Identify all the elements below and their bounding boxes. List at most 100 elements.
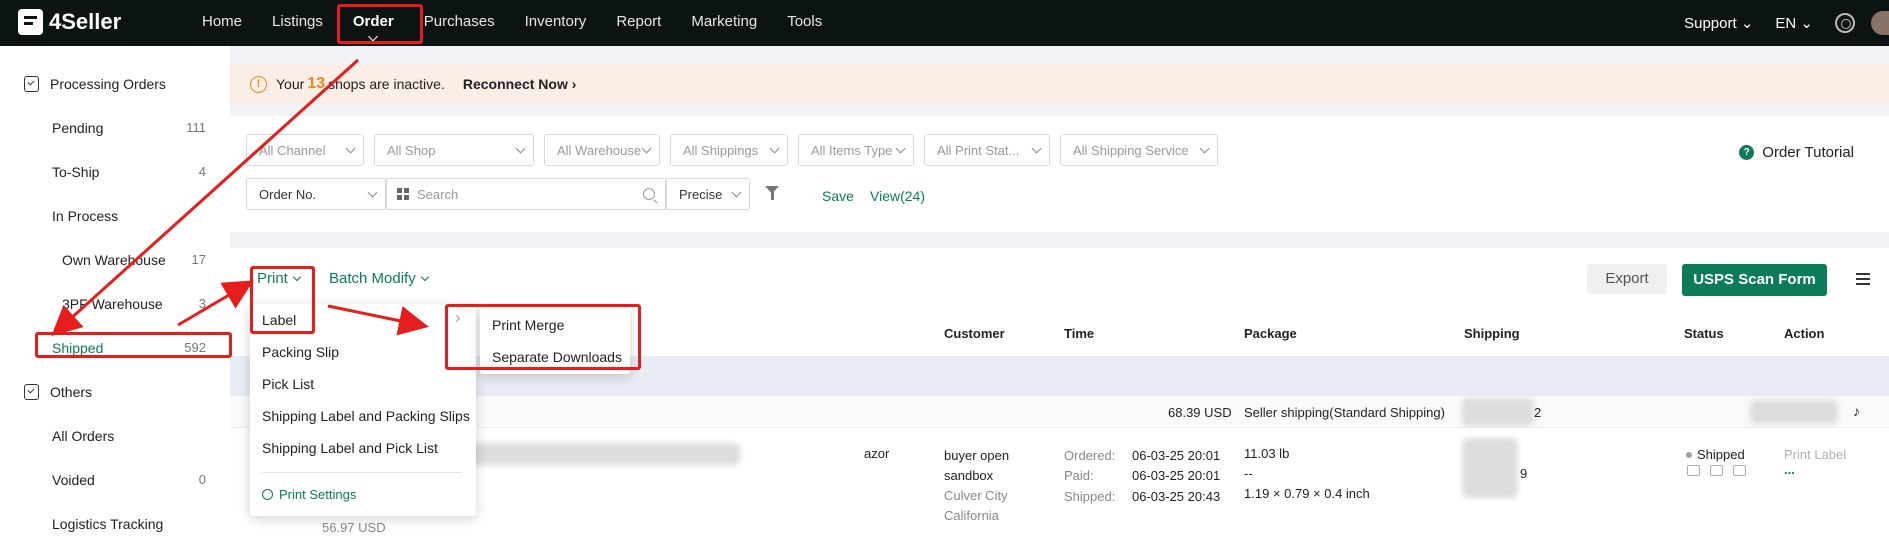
sidebar-item-to-ship[interactable]: To-Ship 4 — [52, 164, 206, 180]
nav-marketing[interactable]: Marketing — [676, 0, 772, 46]
redacted-block — [1462, 398, 1534, 426]
order-tutorial-link[interactable]: ? Order Tutorial — [1739, 144, 1854, 161]
shippings-select[interactable]: All Shippings — [670, 134, 788, 166]
print-settings-link[interactable]: Print Settings — [262, 487, 356, 502]
print-status-select[interactable]: All Print Stat... — [924, 134, 1050, 166]
nav-inventory[interactable]: Inventory — [510, 0, 602, 46]
select-value: All Shipping Service — [1073, 142, 1189, 158]
shipping-service-select[interactable]: All Shipping Service — [1060, 134, 1218, 166]
annotation-box-shipped — [35, 332, 232, 358]
menu-divider — [262, 472, 462, 473]
filter-panel: All Channel All Shop All Warehouse All S… — [230, 116, 1889, 232]
customer-name-line2: sandbox — [944, 468, 994, 483]
grid-icon — [397, 188, 409, 200]
tutorial-label: Order Tutorial — [1762, 144, 1854, 161]
sidebar-item-own-warehouse[interactable]: Own Warehouse 17 — [62, 252, 206, 268]
nav-tools[interactable]: Tools — [772, 0, 837, 46]
inactive-shops-banner: ! Your 13 shops are inactive. Reconnect … — [230, 64, 1889, 104]
annotation-box-submenu — [445, 304, 641, 370]
search-input[interactable] — [417, 186, 643, 202]
nav-listings[interactable]: Listings — [257, 0, 338, 46]
logo[interactable]: 4Seller — [18, 9, 121, 35]
shipped-time: 06-03-25 20:43 — [1132, 489, 1221, 504]
select-value: All Channel — [259, 142, 326, 158]
nav-home[interactable]: Home — [187, 0, 257, 46]
views-link[interactable]: View(24) — [870, 188, 925, 204]
item-price: 56.97 USD — [322, 520, 386, 535]
print-label-action[interactable]: Print Label — [1784, 447, 1846, 462]
more-actions-button[interactable]: ... — [1784, 462, 1795, 477]
logo-icon — [18, 9, 43, 35]
items-type-select[interactable]: All Items Type — [798, 134, 914, 166]
warehouse-select[interactable]: All Warehouse — [544, 134, 660, 166]
sidebar-item-count: 111 — [186, 120, 206, 135]
banner-count: 13 — [307, 75, 326, 92]
usps-scan-form-button[interactable]: USPS Scan Form — [1682, 264, 1827, 296]
avatar[interactable] — [1871, 11, 1889, 35]
sidebar-group-others[interactable]: Others — [24, 384, 92, 400]
tracking-fragment: 2 — [1534, 405, 1542, 420]
orders-panel: Print Batch Modify Export USPS Scan Form… — [230, 248, 1889, 540]
sidebar-item-count: 17 — [191, 252, 206, 267]
export-button[interactable]: Export — [1587, 264, 1667, 294]
annotation-box-order — [337, 4, 423, 44]
support-menu[interactable]: Support ⌄ — [1684, 14, 1753, 32]
language-label: EN — [1775, 15, 1797, 32]
banner-prefix: Your — [276, 76, 305, 92]
channel-select[interactable]: All Channel — [246, 134, 364, 166]
language-menu[interactable]: EN ⌄ — [1775, 14, 1813, 32]
sidebar-group-processing[interactable]: Processing Orders — [24, 76, 166, 92]
menu-item-label-and-pick-list[interactable]: Shipping Label and Pick List — [262, 440, 438, 456]
print-dropdown-menu: Label Packing Slip Pick List Shipping La… — [250, 304, 476, 516]
chevron-down-icon — [769, 143, 780, 154]
nav-report[interactable]: Report — [601, 0, 676, 46]
filter-icon[interactable] — [765, 186, 779, 200]
sidebar-item-count: 0 — [198, 472, 206, 487]
sidebar-item-logistics-tracking[interactable]: Logistics Tracking — [52, 516, 206, 532]
chevron-down-icon — [420, 272, 429, 282]
menu-item-label-and-packing-slips[interactable]: Shipping Label and Packing Slips — [262, 408, 470, 424]
menu-item-pick-list[interactable]: Pick List — [262, 376, 314, 392]
sidebar-item-count: 4 — [198, 164, 206, 179]
package-dimensions: 1.19 × 0.79 × 0.4 inch — [1244, 486, 1370, 501]
search-icon[interactable] — [643, 188, 655, 200]
column-header-status: Status — [1684, 326, 1724, 341]
menu-item-packing-slip[interactable]: Packing Slip — [262, 344, 339, 360]
sidebar-item-label: All Orders — [52, 428, 115, 444]
sidebar-item-3pf-warehouse[interactable]: 3PF Warehouse 3 — [62, 296, 206, 312]
printer-icon — [1687, 465, 1700, 476]
sidebar-item-label: In Process — [52, 208, 119, 224]
shop-select[interactable]: All Shop — [374, 134, 534, 166]
nav-purchases[interactable]: Purchases — [409, 0, 510, 46]
sidebar-item-all-orders[interactable]: All Orders — [52, 428, 206, 444]
sidebar-item-voided[interactable]: Voided 0 — [52, 472, 206, 488]
search-field-select[interactable]: Order No. — [246, 178, 386, 210]
package-weight: 11.03 lb — [1244, 446, 1290, 461]
batch-modify-button[interactable]: Batch Modify — [329, 270, 429, 287]
sidebar-item-label: Voided — [52, 472, 95, 488]
select-value: All Print Stat... — [937, 142, 1020, 158]
gear-icon[interactable] — [1835, 13, 1855, 33]
print-settings-label: Print Settings — [279, 487, 357, 502]
sidebar-item-label: Pending — [52, 120, 104, 136]
banner-suffix: shops are inactive. — [328, 76, 445, 92]
sidebar-item-pending[interactable]: Pending 111 — [52, 120, 206, 136]
sidebar: Processing Orders Pending 111 To-Ship 4 … — [0, 46, 230, 540]
save-view-link[interactable]: Save — [822, 188, 854, 204]
support-label: Support — [1684, 15, 1737, 32]
status-dot — [1686, 451, 1692, 458]
reconnect-now-link[interactable]: Reconnect Now › — [463, 76, 577, 92]
shipping-method: Seller shipping(Standard Shipping) — [1244, 405, 1445, 420]
column-header-package: Package — [1244, 326, 1297, 341]
clipboard-icon — [24, 384, 39, 400]
sidebar-item-in-process[interactable]: In Process — [52, 208, 206, 224]
customer-city: Culver City — [944, 488, 1008, 503]
match-mode-select[interactable]: Precise — [666, 178, 750, 210]
order-summary-row: 68.39 USD Seller shipping(Standard Shipp… — [230, 396, 1889, 428]
chevron-down-icon — [641, 143, 652, 154]
column-settings-icon[interactable] — [1856, 273, 1870, 285]
clipboard-icon — [24, 76, 39, 92]
ordered-time: 06-03-25 20:01 — [1132, 448, 1221, 463]
package-dash: -- — [1244, 466, 1253, 481]
reconnect-label: Reconnect Now — [462, 76, 568, 92]
